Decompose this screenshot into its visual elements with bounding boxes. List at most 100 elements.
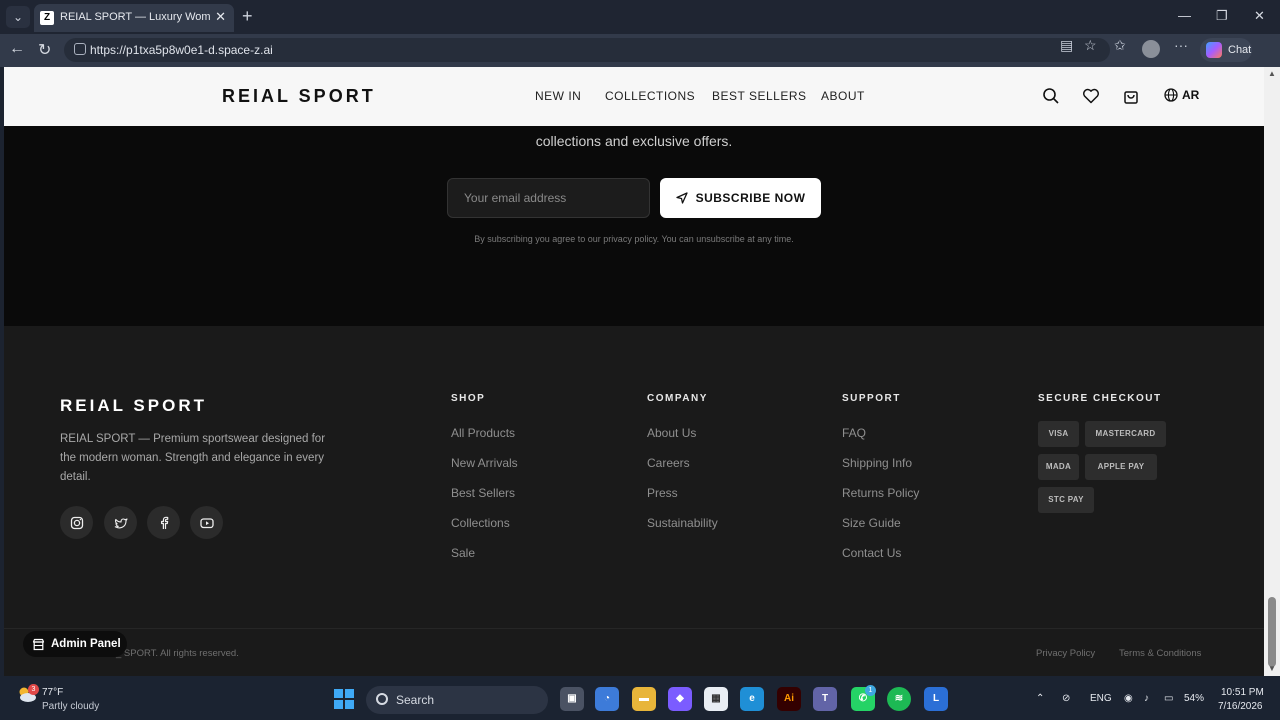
site-favicon-icon: Z xyxy=(40,11,54,25)
footer-link-new-arrivals[interactable]: New Arrivals xyxy=(451,456,518,470)
footer-link-sustainability[interactable]: Sustainability xyxy=(647,516,718,530)
email-input[interactable] xyxy=(447,178,650,218)
maximize-button[interactable]: ❐ xyxy=(1216,8,1228,24)
instagram-icon xyxy=(70,516,83,529)
payment-badge-mada: MADA xyxy=(1038,454,1079,480)
footer-link-collections[interactable]: Collections xyxy=(451,516,510,530)
instagram-button[interactable] xyxy=(60,506,93,539)
widgets-icon[interactable]: ◔ xyxy=(595,687,619,711)
input-language[interactable]: ENG xyxy=(1090,693,1112,704)
footer-link-returns-policy[interactable]: Returns Policy xyxy=(842,486,919,500)
footer-link-size-guide[interactable]: Size Guide xyxy=(842,516,901,530)
file-explorer-icon[interactable]: ▬ xyxy=(632,687,656,711)
youtube-icon xyxy=(199,517,214,528)
support-heading: SUPPORT xyxy=(842,393,901,404)
nav-best-sellers[interactable]: BEST SELLERS xyxy=(712,89,807,103)
admin-panel-button[interactable]: Admin Panel xyxy=(23,631,127,657)
windows-taskbar: 3 77°F Partly cloudy Search ▣ ◔ ▬ ◆ ▦ e … xyxy=(0,676,1280,720)
site-info-icon[interactable] xyxy=(74,43,86,55)
battery-icon[interactable]: ▭ xyxy=(1164,693,1173,704)
store-icon xyxy=(32,638,45,650)
network-off-icon[interactable]: ⊘ xyxy=(1062,693,1070,704)
subscribe-label: SUBSCRIBE NOW xyxy=(695,191,806,205)
subscribe-button[interactable]: SUBSCRIBE NOW xyxy=(660,178,821,218)
back-arrow-icon[interactable]: ← xyxy=(9,40,25,58)
illustrator-icon[interactable]: Ai xyxy=(777,687,801,711)
favorite-star-icon[interactable]: ☆ xyxy=(1084,37,1097,54)
footer-link-careers[interactable]: Careers xyxy=(647,456,690,470)
scroll-down-arrow-icon[interactable]: ▼ xyxy=(1268,664,1276,673)
scroll-thumb[interactable] xyxy=(1268,597,1276,667)
language-switcher[interactable]: AR xyxy=(1164,88,1199,102)
footer-link-press[interactable]: Press xyxy=(647,486,678,500)
copilot-icon xyxy=(1206,42,1222,58)
chat-label: Chat xyxy=(1228,44,1252,56)
microsoft-store-icon[interactable]: ▦ xyxy=(704,687,728,711)
footer-link-sale[interactable]: Sale xyxy=(451,546,475,560)
edge-browser-icon[interactable]: e xyxy=(740,687,764,711)
nav-about[interactable]: ABOUT xyxy=(821,89,865,103)
battery-percent[interactable]: 54% xyxy=(1184,693,1204,704)
clock-date[interactable]: 7/16/2026 xyxy=(1218,701,1263,712)
copyright-text: _ SPORT. All rights reserved. xyxy=(116,648,239,659)
nav-collections[interactable]: COLLECTIONS xyxy=(605,89,695,103)
site-footer: REIAL SPORT REIAL SPORT — Premium sports… xyxy=(4,326,1264,676)
volume-icon[interactable]: ♪ xyxy=(1144,693,1149,704)
windows-start-icon[interactable] xyxy=(334,689,354,709)
teams-icon[interactable]: T xyxy=(813,687,837,711)
taskbar-search[interactable]: Search xyxy=(366,686,548,714)
search-icon[interactable] xyxy=(1042,87,1060,105)
minimize-button[interactable]: — xyxy=(1178,8,1191,23)
copilot-chat-button[interactable]: Chat xyxy=(1200,38,1252,62)
send-icon xyxy=(675,192,688,204)
spotify-icon[interactable]: ≋ xyxy=(887,687,911,711)
company-heading: COMPANY xyxy=(647,393,708,404)
footer-link-all-products[interactable]: All Products xyxy=(451,426,515,440)
shopping-bag-icon[interactable] xyxy=(1122,87,1140,105)
profile-avatar[interactable] xyxy=(1142,40,1160,58)
pinned-app-icon[interactable]: L xyxy=(924,687,948,711)
footer-link-faq[interactable]: FAQ xyxy=(842,426,866,440)
secure-checkout-heading: SECURE CHECKOUT xyxy=(1038,393,1162,404)
reading-view-icon[interactable]: ▤ xyxy=(1060,37,1073,54)
newsletter-section: collections and exclusive offers. SUBSCR… xyxy=(4,126,1264,326)
clock-time[interactable]: 10:51 PM xyxy=(1221,687,1264,698)
payment-badge-apple-pay: APPLE PAY xyxy=(1085,454,1157,480)
language-label: AR xyxy=(1182,88,1200,102)
site-logo[interactable]: REIAL SPORT xyxy=(222,86,376,107)
weather-alert-badge: 3 xyxy=(28,684,39,695)
page-scrollbar[interactable]: ▲ ▼ xyxy=(1264,67,1280,676)
wifi-icon[interactable]: ◉ xyxy=(1124,693,1133,704)
refresh-icon[interactable]: ↻ xyxy=(38,40,51,60)
terms-link[interactable]: Terms & Conditions xyxy=(1119,648,1201,659)
youtube-button[interactable] xyxy=(190,506,223,539)
footer-link-best-sellers[interactable]: Best Sellers xyxy=(451,486,515,500)
show-hidden-icons-chevron-icon[interactable]: ⌃ xyxy=(1036,693,1044,704)
copilot-app-icon[interactable]: ◆ xyxy=(668,687,692,711)
task-view-icon[interactable]: ▣ xyxy=(560,687,584,711)
twitter-button[interactable] xyxy=(104,506,137,539)
new-tab-button[interactable]: + xyxy=(242,6,253,26)
nav-new-in[interactable]: NEW IN xyxy=(535,89,581,103)
tab-actions-menu-button[interactable]: ⌄ xyxy=(6,6,30,28)
footer-link-about-us[interactable]: About Us xyxy=(647,426,696,440)
browser-toolbar: ← ↻ https://p1txa5p8w0e1-d.space-z.ai ▤ … xyxy=(0,34,1280,67)
tab-title: REIAL SPORT — Luxury Women's S xyxy=(60,11,210,23)
footer-link-shipping-info[interactable]: Shipping Info xyxy=(842,456,912,470)
favorites-list-icon[interactable]: ✩ xyxy=(1114,37,1126,54)
scroll-up-arrow-icon[interactable]: ▲ xyxy=(1268,69,1276,78)
taskbar-search-label: Search xyxy=(396,693,435,707)
wishlist-heart-icon[interactable] xyxy=(1082,87,1100,105)
weather-temperature[interactable]: 77°F xyxy=(42,687,63,698)
privacy-policy-link[interactable]: Privacy Policy xyxy=(1036,648,1095,659)
twitter-icon xyxy=(114,517,128,528)
footer-logo[interactable]: REIAL SPORT xyxy=(60,396,207,416)
facebook-button[interactable] xyxy=(147,506,180,539)
tab-close-icon[interactable]: ✕ xyxy=(215,9,226,25)
browser-tab[interactable]: Z REIAL SPORT — Luxury Women's S ✕ xyxy=(34,4,234,32)
close-window-button[interactable]: ✕ xyxy=(1254,8,1265,24)
footer-link-contact-us[interactable]: Contact Us xyxy=(842,546,901,560)
address-bar[interactable]: https://p1txa5p8w0e1-d.space-z.ai xyxy=(64,38,1110,62)
more-menu-icon[interactable]: ··· xyxy=(1174,37,1188,53)
weather-condition[interactable]: Partly cloudy xyxy=(42,701,99,712)
